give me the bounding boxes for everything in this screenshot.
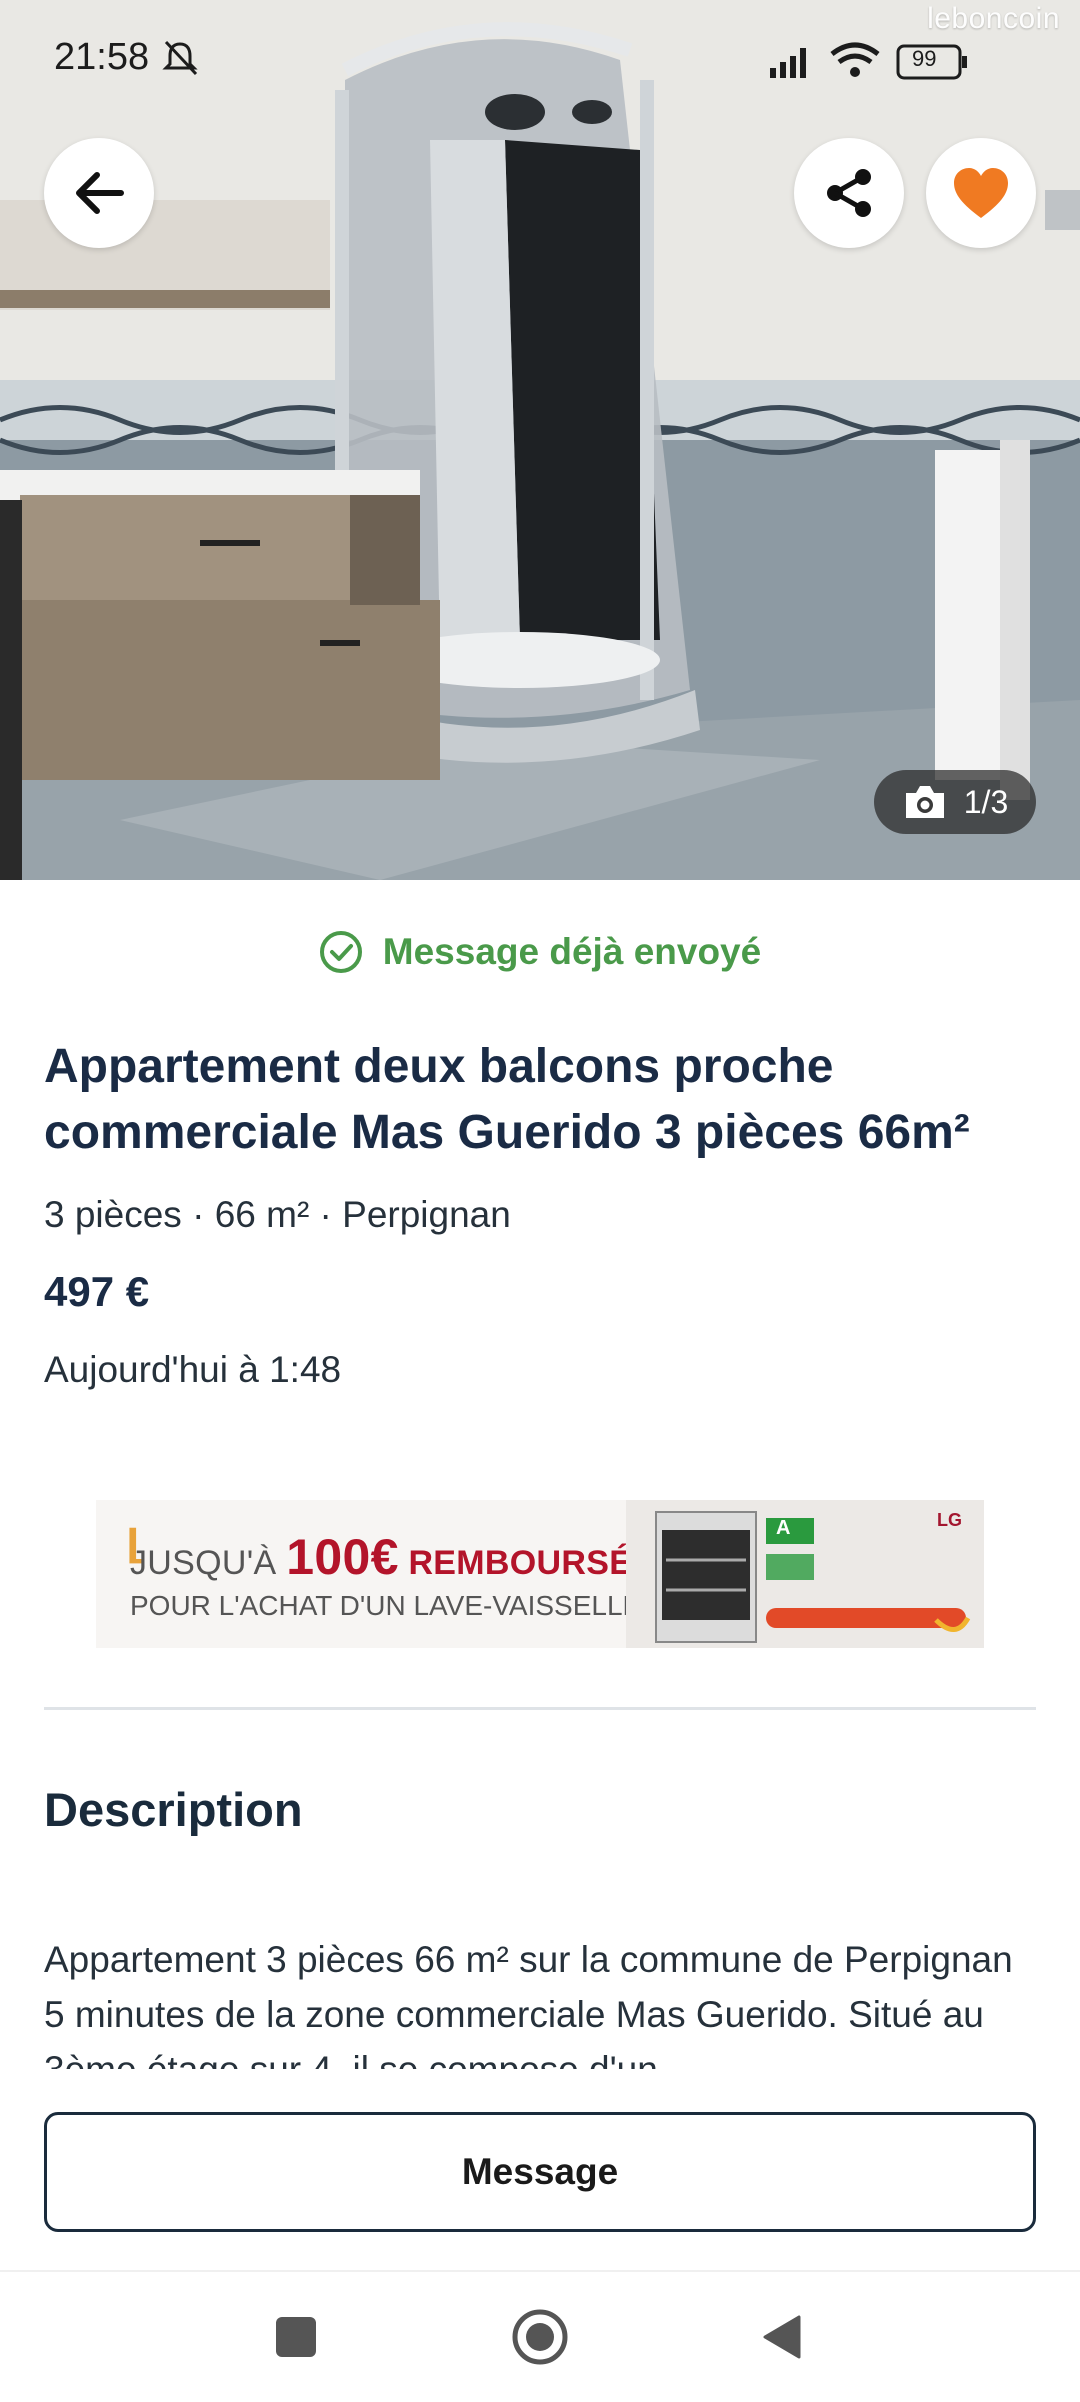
section-divider [44,1707,1036,1710]
share-icon [827,169,871,217]
status-bar: 21:58 99 [0,0,1080,110]
ad-product-image: A LG [626,1500,984,1648]
ad-brand-logo: LG [937,1510,962,1530]
ad-line2-text: POUR L'ACHAT D'UN LAVE-VAISSELLE [130,1590,642,1621]
arrow-left-icon [76,172,124,214]
system-nav-bar [0,2270,1080,2402]
system-back-button[interactable] [748,2302,818,2372]
status-icons: 99 [740,30,1040,90]
dishwasher-image [655,1511,971,1643]
triangle-back-icon [763,2315,801,2359]
photo-counter: 1/3 [874,770,1036,834]
camera-icon [905,786,944,818]
square-icon [276,2317,316,2357]
ad-subline: POUR L'ACHAT D'UN LAVE-VAISSELLE LG [130,1590,688,1622]
battery-level: 99 [912,46,937,71]
home-circle-icon [512,2309,568,2365]
ad-prefix: JUSQU'À [130,1544,277,1582]
ad-suffix: REMBOURSÉS [408,1544,656,1582]
check-circle-icon [319,931,362,973]
listing-price: 497 € [44,1268,150,1315]
home-button[interactable] [505,2302,575,2372]
bathroom-photo [0,0,1080,880]
photo-counter-text: 1/3 [963,783,1009,820]
back-button[interactable] [44,138,154,248]
ad-headline: JUSQU'À 100€ REMBOURSÉS [130,1528,655,1586]
heart-icon [954,168,1008,218]
ad-banner[interactable]: ⌊ JUSQU'À 100€ REMBOURSÉS POUR L'ACHAT D… [96,1500,984,1648]
listing-photo[interactable]: 21:58 99 leboncoin 1/3 [0,0,1080,880]
mute-icon [160,38,200,83]
recent-apps-button[interactable] [261,2302,331,2372]
message-button[interactable]: Message [44,2112,1036,2232]
description-container: Appartement 3 pièces 66 m² sur la commun… [44,1932,1034,2069]
description-heading: Description [44,1783,303,1836]
status-time: 21:58 [54,36,150,78]
listing-subtitle: 3 pièces · 66 m² · Perpignan [44,1194,511,1235]
watermark: leboncoin [927,2,1060,35]
ad-energy-class: A [776,1517,791,1539]
description-text: Appartement 3 pièces 66 m² sur la commun… [44,1939,1013,2069]
ad-amount: 100€ [286,1529,399,1585]
listing-date: Aujourd'hui à 1:48 [44,1349,342,1390]
favorite-button[interactable] [926,138,1036,248]
signal-icon [770,42,967,80]
message-sent-status: Message déjà envoyé [0,930,1080,974]
share-button[interactable] [794,138,904,248]
message-sent-text: Message déjà envoyé [382,931,762,972]
listing-title: Appartement deux balcons proche commerci… [44,1040,970,1159]
